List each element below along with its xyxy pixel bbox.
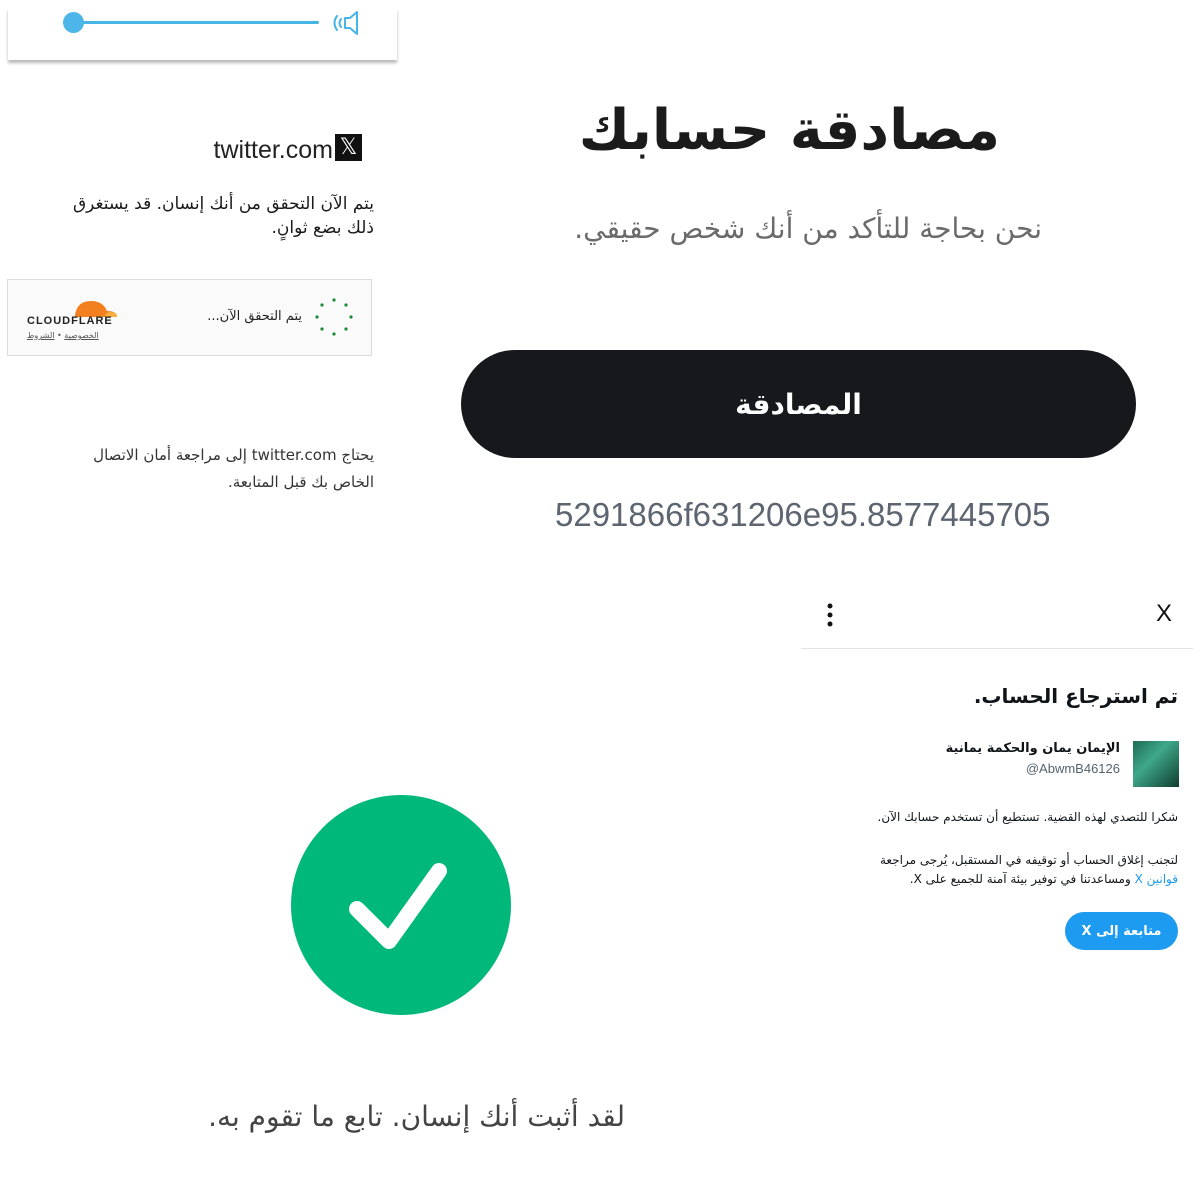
continue-to-x-button[interactable]: متابعة إلى X	[1065, 912, 1178, 950]
rules-text-before: لتجنب إغلاق الحساب أو توقيفه في المستقبل…	[880, 853, 1178, 867]
verifying-human-text: يتم الآن التحقق من أنك إنسان. قد يستغرق …	[72, 194, 374, 238]
volume-slider-track[interactable]	[75, 21, 319, 24]
cloudflare-brand: CLOUDFLARE	[27, 315, 113, 327]
privacy-link[interactable]: الخصوصية	[64, 331, 98, 340]
account-restored-title: تم استرجاع الحساب.	[973, 684, 1178, 708]
site-header: twitter.com 𝕏	[213, 134, 362, 165]
avatar	[1133, 741, 1179, 787]
authenticate-title: مصادقة حسابك	[578, 98, 1000, 163]
dialog-divider	[801, 648, 1193, 649]
cloudflare-status-text: يتم التحقق الآن...	[207, 309, 302, 324]
check-circle-icon	[291, 795, 511, 1015]
verification-code: 5291866f631206e95.8577445705	[555, 496, 1051, 533]
loading-spinner-icon	[315, 298, 353, 336]
authenticate-subtitle: نحن بحاجة للتأكد من أنك شخص حقيقي.	[574, 212, 1042, 245]
audio-player-bar	[8, 8, 397, 60]
x-rules-link[interactable]: قوانين X	[1135, 872, 1178, 886]
x-logo-icon: 𝕏	[335, 134, 362, 161]
account-handle: @AbwmB46126	[1025, 761, 1120, 776]
speaker-icon[interactable]	[333, 10, 369, 36]
account-name: الإيمان يمان والحكمة يمانية	[945, 741, 1120, 756]
security-review-text: يحتاج twitter.com إلى مراجعة أمان الاتصا…	[93, 446, 374, 491]
close-button[interactable]: X	[1156, 600, 1172, 628]
rules-text: لتجنب إغلاق الحساب أو توقيفه في المستقبل…	[848, 851, 1178, 889]
rules-text-after: ومساعدتنا في توفير بيئة آمنة للجميع على …	[909, 872, 1131, 886]
cloudflare-links: الخصوصية • الشروط	[27, 331, 99, 340]
volume-slider-thumb[interactable]	[63, 12, 84, 33]
link-separator: •	[54, 331, 65, 340]
human-verified-message: لقد أثبت أنك إنسان. تابع ما تقوم به.	[208, 1100, 625, 1133]
site-domain: twitter.com	[213, 136, 333, 164]
thanks-text: شكرا للتصدي لهذه القضية. تستطيع أن تستخد…	[877, 810, 1178, 824]
more-options-icon[interactable]	[826, 602, 834, 628]
account-restored-dialog	[801, 585, 1200, 1065]
authenticate-button[interactable]: المصادقة	[461, 350, 1136, 458]
terms-link[interactable]: الشروط	[27, 331, 54, 340]
